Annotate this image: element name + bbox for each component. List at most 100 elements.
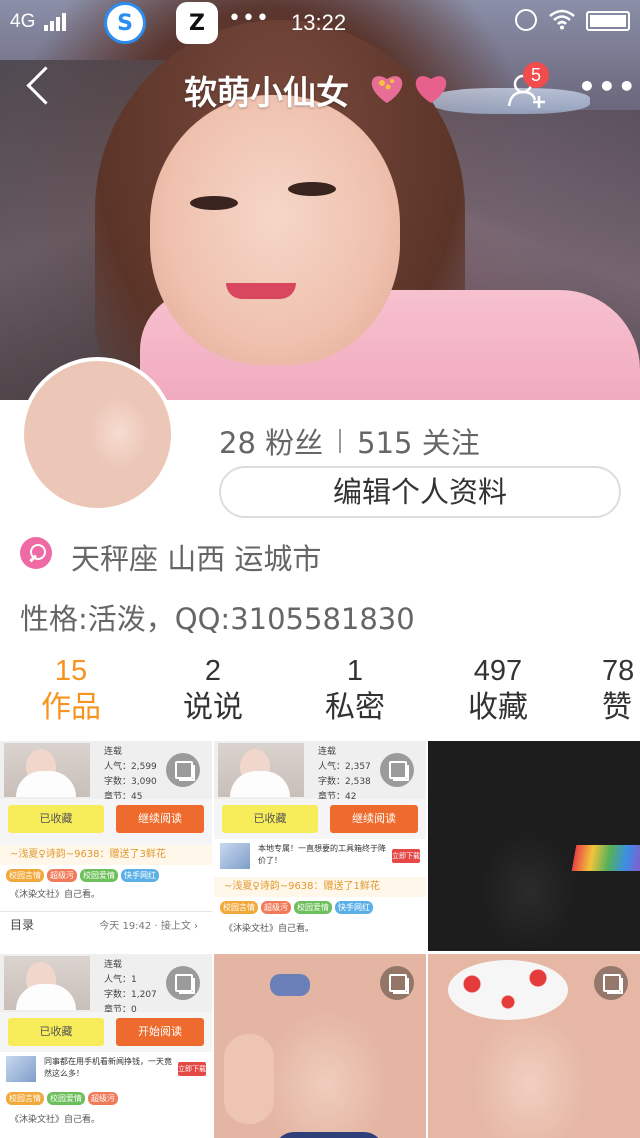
tab-private[interactable]: 1 私密 <box>300 654 410 728</box>
tag: 超级污 <box>261 901 291 914</box>
collected-button: 已收藏 <box>8 1018 104 1046</box>
alarm-icon <box>515 9 537 31</box>
work-item[interactable]: 连载 人气：2,357 字数：2,538 章节：42 已收藏 继续阅读 本地专属… <box>214 741 426 951</box>
book-cover <box>4 956 90 1010</box>
ad-download-button: 立即下载 <box>178 1062 206 1076</box>
tag: 校园爱情 <box>47 1092 85 1105</box>
zodiac-location: 天秤座 山西 运城市 <box>71 542 322 576</box>
continue-reading-button: 继续阅读 <box>116 805 204 833</box>
tag: 超级污 <box>47 869 77 882</box>
continue-reading-button: 继续阅读 <box>330 805 418 833</box>
friend-request-badge: 5 <box>523 62 549 88</box>
book-popularity: 人气：2,599 <box>104 762 157 772</box>
tab-likes[interactable]: 78 赞 <box>585 654 640 728</box>
sogou-app-icon: S <box>104 2 146 44</box>
book-meta: 连载 人气：1 字数：1,207 章节：0 <box>104 958 157 1018</box>
tag: 超级污 <box>88 1092 118 1105</box>
multi-image-icon <box>380 966 414 1000</box>
cover-photo[interactable] <box>0 0 640 400</box>
notification-dots: ••• <box>228 6 270 31</box>
image-icon <box>166 966 200 1000</box>
ad-text: 本地专属！一直想要的工具箱终于降价了！ <box>258 844 386 865</box>
toc-time: 今天 19:42 · 接上文 › <box>99 921 198 932</box>
network-type: 4G <box>10 11 36 32</box>
book-tags: 校园言情 超级污 校园爱情 快手网红 <box>220 901 373 914</box>
start-reading-button: 开始阅读 <box>116 1018 204 1046</box>
ears-filter <box>448 960 568 1020</box>
cover-face <box>150 95 400 365</box>
edit-profile-button[interactable]: 编辑个人资料 <box>219 466 621 518</box>
works-grid: 连载 人气：2,599 字数：3,090 章节：45 已收藏 继续阅读 ~浅夏♀… <box>0 741 640 1138</box>
gift-notice: ~浅夏♀诗韵~9638：赠送了3鲜花 <box>0 845 212 865</box>
ad-banner: 同事都在用手机看新闻挣钱，一天竟然这么多！ 立即下载 <box>0 1052 212 1086</box>
collected-button: 已收藏 <box>222 805 318 833</box>
heart-emoji-icon <box>368 71 406 105</box>
book-wordcount: 字数：3,090 <box>104 777 157 787</box>
tag: 快手网红 <box>335 901 373 914</box>
fans-count[interactable]: 28 粉丝 <box>219 420 323 462</box>
cover-eye-right <box>288 182 336 196</box>
more-options-button[interactable]: ••• <box>578 70 638 103</box>
work-item[interactable]: 连载 人气：1 字数：1,207 章节：0 已收藏 开始阅读 同事都在用手机看新… <box>0 954 212 1138</box>
tab-favorites-count: 497 <box>473 655 523 687</box>
tab-likes-count: 78 <box>602 655 635 687</box>
status-time: 13:22 <box>291 10 347 35</box>
gift-notice: ~浅夏♀诗韵~9638：赠送了1鲜花 <box>214 877 426 897</box>
work-item[interactable]: 连载 人气：2,599 字数：3,090 章节：45 已收藏 继续阅读 ~浅夏♀… <box>0 741 212 951</box>
ad-text: 同事都在用手机看新闻挣钱，一天竟然这么多！ <box>44 1057 172 1078</box>
ad-banner: 本地专属！一直想要的工具箱终于降价了！ 立即下载 <box>214 839 426 873</box>
collar <box>274 1132 384 1138</box>
tab-works[interactable]: 15 作品 <box>16 654 126 728</box>
toc-label: 目录 <box>10 918 35 932</box>
profile-nickname: 软萌小仙女 <box>184 73 349 112</box>
tab-likes-label: 赞 <box>602 690 632 725</box>
multi-image-icon <box>380 753 414 787</box>
rainbow-slide <box>571 845 640 871</box>
book-author: 《沐染文社》自己看。 <box>10 890 101 900</box>
toc-row: 目录 今天 19:42 · 接上文 › <box>0 911 212 941</box>
multi-image-icon <box>594 966 628 1000</box>
book-status: 连载 <box>104 960 123 970</box>
peace-sign-hand <box>224 1034 274 1124</box>
work-item-photo[interactable] <box>428 741 640 951</box>
profile-bio: 性格:活泼，QQ:3105581830 <box>20 602 415 636</box>
tab-posts-count: 2 <box>204 655 222 687</box>
work-item-photo[interactable] <box>214 954 426 1138</box>
follows-count[interactable]: 515 关注 <box>357 420 480 462</box>
follow-stats: 28 粉丝 515 关注 <box>219 420 480 462</box>
work-item-photo[interactable] <box>428 954 640 1138</box>
heart-icon <box>412 71 450 105</box>
cover-mouth <box>226 283 296 299</box>
book-author: 《沐染文社》自己看。 <box>10 1115 101 1125</box>
tab-favorites-label: 收藏 <box>468 690 528 725</box>
back-button[interactable] <box>24 64 54 108</box>
tab-posts-label: 说说 <box>183 690 243 725</box>
reader-buttons: 已收藏 继续阅读 <box>0 799 212 845</box>
book-cover <box>218 743 304 797</box>
signal-icon <box>44 13 66 31</box>
battery-icon <box>586 11 630 31</box>
tag: 校园爱情 <box>294 901 332 914</box>
tag: 快手网红 <box>121 869 159 882</box>
hair-bow <box>270 974 310 996</box>
ad-download-button: 立即下载 <box>392 849 420 863</box>
female-gender-icon <box>20 537 52 569</box>
book-cover <box>4 743 90 797</box>
tag: 校园言情 <box>6 869 44 882</box>
book-meta: 连载 人气：2,357 字数：2,538 章节：42 <box>318 745 371 805</box>
ad-image <box>6 1056 36 1082</box>
wifi-icon <box>548 8 576 36</box>
profile-tabs: 15 作品 2 说说 1 私密 497 收藏 78 赞 <box>0 654 640 730</box>
tag: 校园爱情 <box>80 869 118 882</box>
tab-private-label: 私密 <box>325 690 385 725</box>
tab-favorites[interactable]: 497 收藏 <box>443 654 553 728</box>
avatar[interactable] <box>20 357 175 512</box>
z-app-icon: Z <box>176 2 218 44</box>
book-tags: 校园言情 校园爱情 超级污 <box>6 1092 118 1105</box>
book-status: 连载 <box>318 747 337 757</box>
tab-works-label: 作品 <box>41 690 101 725</box>
ad-image <box>220 843 250 869</box>
book-status: 连载 <box>104 747 123 757</box>
tab-posts[interactable]: 2 说说 <box>158 654 268 728</box>
cover-eye-left <box>190 196 238 210</box>
